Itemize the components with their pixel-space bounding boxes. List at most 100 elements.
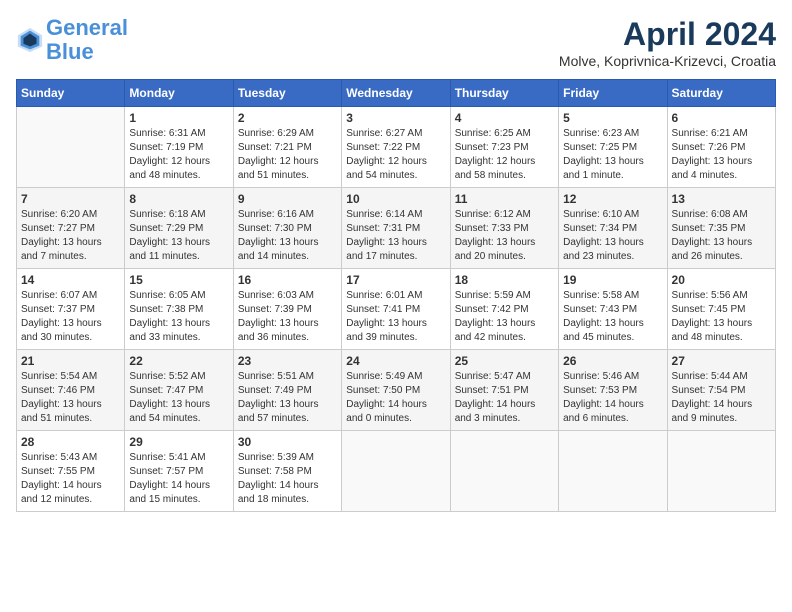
- calendar-body: 1 Sunrise: 6:31 AM Sunset: 7:19 PM Daylig…: [17, 107, 776, 512]
- day-info: Sunrise: 6:05 AM Sunset: 7:38 PM Dayligh…: [129, 289, 228, 345]
- logo: General Blue: [16, 16, 128, 64]
- day-info: Sunrise: 6:01 AM Sunset: 7:41 PM Dayligh…: [346, 289, 445, 345]
- day-number: 24: [346, 354, 445, 368]
- page-header: General Blue April 2024 Molve, Koprivnic…: [16, 16, 776, 69]
- day-cell: 5Sunrise: 6:23 AM Sunset: 7:25 PM Daylig…: [559, 107, 667, 188]
- day-number: 20: [672, 273, 771, 287]
- header-friday: Friday: [559, 80, 667, 107]
- day-cell: 11 Sunrise: 6:12 AM Sunset: 7:33 PM Dayli…: [450, 188, 558, 269]
- day-number: 11: [455, 192, 554, 206]
- day-number: 30: [238, 435, 337, 449]
- day-info: Sunrise: 5:52 AM Sunset: 7:47 PM Dayligh…: [129, 370, 228, 426]
- day-info: Sunrise: 6:10 AM Sunset: 7:34 PM Dayligh…: [563, 208, 662, 264]
- day-cell: 15 Sunrise: 6:05 AM Sunset: 7:38 PM Dayli…: [125, 269, 233, 350]
- day-number: 23: [238, 354, 337, 368]
- day-number: 4: [455, 111, 554, 125]
- month-title: April 2024: [559, 16, 776, 53]
- calendar-table: SundayMondayTuesdayWednesdayThursdayFrid…: [16, 79, 776, 512]
- day-cell: 1 Sunrise: 6:31 AM Sunset: 7:19 PM Daylig…: [125, 107, 233, 188]
- day-info: Sunrise: 5:41 AM Sunset: 7:57 PM Dayligh…: [129, 451, 228, 507]
- day-cell: 13 Sunrise: 6:08 AM Sunset: 7:35 PM Dayli…: [667, 188, 775, 269]
- week-row-2: 7 Sunrise: 6:20 AM Sunset: 7:27 PM Daylig…: [17, 188, 776, 269]
- day-number: 9: [238, 192, 337, 206]
- day-number: 6: [672, 111, 771, 125]
- header-sunday: Sunday: [17, 80, 125, 107]
- day-info: Sunrise: 5:59 AM Sunset: 7:42 PM Dayligh…: [455, 289, 554, 345]
- day-cell: 22 Sunrise: 5:52 AM Sunset: 7:47 PM Dayli…: [125, 350, 233, 431]
- day-info: Sunrise: 6:12 AM Sunset: 7:33 PM Dayligh…: [455, 208, 554, 264]
- day-number: 26: [563, 354, 662, 368]
- day-number: 17: [346, 273, 445, 287]
- header-monday: Monday: [125, 80, 233, 107]
- day-cell: 25Sunrise: 5:47 AM Sunset: 7:51 PM Dayli…: [450, 350, 558, 431]
- day-info: Sunrise: 6:18 AM Sunset: 7:29 PM Dayligh…: [129, 208, 228, 264]
- day-number: 28: [21, 435, 120, 449]
- day-cell: [667, 431, 775, 512]
- day-cell: 29Sunrise: 5:41 AM Sunset: 7:57 PM Dayli…: [125, 431, 233, 512]
- day-info: Sunrise: 6:21 AM Sunset: 7:26 PM Dayligh…: [672, 127, 771, 183]
- title-block: April 2024 Molve, Koprivnica-Krizevci, C…: [559, 16, 776, 69]
- day-cell: 30Sunrise: 5:39 AM Sunset: 7:58 PM Dayli…: [233, 431, 341, 512]
- day-cell: 9 Sunrise: 6:16 AM Sunset: 7:30 PM Daylig…: [233, 188, 341, 269]
- header-thursday: Thursday: [450, 80, 558, 107]
- day-number: 15: [129, 273, 228, 287]
- day-info: Sunrise: 5:49 AM Sunset: 7:50 PM Dayligh…: [346, 370, 445, 426]
- day-info: Sunrise: 6:03 AM Sunset: 7:39 PM Dayligh…: [238, 289, 337, 345]
- day-info: Sunrise: 5:44 AM Sunset: 7:54 PM Dayligh…: [672, 370, 771, 426]
- day-cell: 16 Sunrise: 6:03 AM Sunset: 7:39 PM Dayli…: [233, 269, 341, 350]
- calendar-header: SundayMondayTuesdayWednesdayThursdayFrid…: [17, 80, 776, 107]
- day-number: 2: [238, 111, 337, 125]
- day-info: Sunrise: 6:25 AM Sunset: 7:23 PM Dayligh…: [455, 127, 554, 183]
- day-cell: 26 Sunrise: 5:46 AM Sunset: 7:53 PM Dayli…: [559, 350, 667, 431]
- day-cell: 24 Sunrise: 5:49 AM Sunset: 7:50 PM Dayli…: [342, 350, 450, 431]
- day-number: 12: [563, 192, 662, 206]
- day-info: Sunrise: 6:08 AM Sunset: 7:35 PM Dayligh…: [672, 208, 771, 264]
- day-cell: 18Sunrise: 5:59 AM Sunset: 7:42 PM Dayli…: [450, 269, 558, 350]
- day-cell: 4 Sunrise: 6:25 AM Sunset: 7:23 PM Daylig…: [450, 107, 558, 188]
- day-info: Sunrise: 5:46 AM Sunset: 7:53 PM Dayligh…: [563, 370, 662, 426]
- day-cell: [342, 431, 450, 512]
- day-info: Sunrise: 6:07 AM Sunset: 7:37 PM Dayligh…: [21, 289, 120, 345]
- logo-icon: [16, 26, 44, 54]
- day-cell: 19Sunrise: 5:58 AM Sunset: 7:43 PM Dayli…: [559, 269, 667, 350]
- week-row-5: 28 Sunrise: 5:43 AM Sunset: 7:55 PM Dayli…: [17, 431, 776, 512]
- day-info: Sunrise: 6:14 AM Sunset: 7:31 PM Dayligh…: [346, 208, 445, 264]
- day-info: Sunrise: 6:16 AM Sunset: 7:30 PM Dayligh…: [238, 208, 337, 264]
- day-info: Sunrise: 6:29 AM Sunset: 7:21 PM Dayligh…: [238, 127, 337, 183]
- day-info: Sunrise: 5:51 AM Sunset: 7:49 PM Dayligh…: [238, 370, 337, 426]
- day-number: 13: [672, 192, 771, 206]
- week-row-1: 1 Sunrise: 6:31 AM Sunset: 7:19 PM Daylig…: [17, 107, 776, 188]
- day-number: 22: [129, 354, 228, 368]
- week-row-4: 21Sunrise: 5:54 AM Sunset: 7:46 PM Dayli…: [17, 350, 776, 431]
- day-cell: 7 Sunrise: 6:20 AM Sunset: 7:27 PM Daylig…: [17, 188, 125, 269]
- day-number: 7: [21, 192, 120, 206]
- day-number: 1: [129, 111, 228, 125]
- day-cell: 6 Sunrise: 6:21 AM Sunset: 7:26 PM Daylig…: [667, 107, 775, 188]
- day-info: Sunrise: 5:54 AM Sunset: 7:46 PM Dayligh…: [21, 370, 120, 426]
- day-cell: 17 Sunrise: 6:01 AM Sunset: 7:41 PM Dayli…: [342, 269, 450, 350]
- day-info: Sunrise: 6:20 AM Sunset: 7:27 PM Dayligh…: [21, 208, 120, 264]
- header-saturday: Saturday: [667, 80, 775, 107]
- day-number: 25: [455, 354, 554, 368]
- day-cell: 2 Sunrise: 6:29 AM Sunset: 7:21 PM Daylig…: [233, 107, 341, 188]
- day-number: 16: [238, 273, 337, 287]
- logo-general: General: [46, 15, 128, 40]
- day-number: 8: [129, 192, 228, 206]
- header-row: SundayMondayTuesdayWednesdayThursdayFrid…: [17, 80, 776, 107]
- day-cell: 23 Sunrise: 5:51 AM Sunset: 7:49 PM Dayli…: [233, 350, 341, 431]
- day-cell: [559, 431, 667, 512]
- day-number: 3: [346, 111, 445, 125]
- day-cell: [450, 431, 558, 512]
- logo-blue: Blue: [46, 39, 94, 64]
- day-cell: 14 Sunrise: 6:07 AM Sunset: 7:37 PM Dayli…: [17, 269, 125, 350]
- day-number: 14: [21, 273, 120, 287]
- day-info: Sunrise: 6:27 AM Sunset: 7:22 PM Dayligh…: [346, 127, 445, 183]
- day-cell: 8 Sunrise: 6:18 AM Sunset: 7:29 PM Daylig…: [125, 188, 233, 269]
- location: Molve, Koprivnica-Krizevci, Croatia: [559, 53, 776, 69]
- header-tuesday: Tuesday: [233, 80, 341, 107]
- day-number: 27: [672, 354, 771, 368]
- day-info: Sunrise: 6:31 AM Sunset: 7:19 PM Dayligh…: [129, 127, 228, 183]
- day-info: Sunrise: 5:43 AM Sunset: 7:55 PM Dayligh…: [21, 451, 120, 507]
- day-number: 19: [563, 273, 662, 287]
- day-info: Sunrise: 6:23 AM Sunset: 7:25 PM Dayligh…: [563, 127, 662, 183]
